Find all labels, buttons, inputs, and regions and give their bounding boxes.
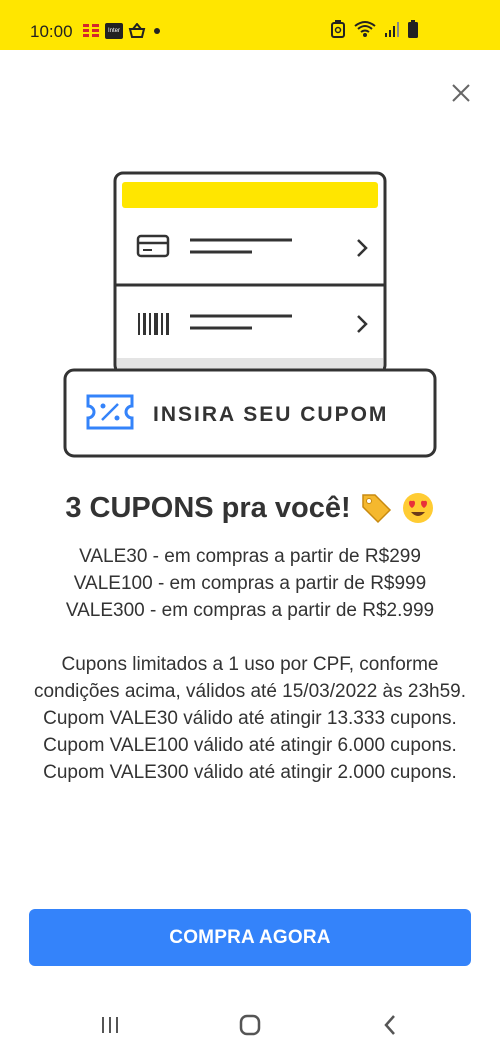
home-button[interactable] <box>235 1012 265 1038</box>
back-icon <box>384 1015 395 1035</box>
heart-eyes-emoji-icon <box>401 491 435 525</box>
coupon-terms: Cupons limitados a 1 uso por CPF, confor… <box>30 651 470 786</box>
coupon-line: VALE300 - em compras a partir de R$2.999 <box>65 600 435 621</box>
buy-now-button[interactable]: COMPRA AGORA <box>29 909 471 966</box>
page-title-text: 3 CUPONS pra você! <box>65 492 351 524</box>
illustration-yellow-header <box>122 182 378 208</box>
terms-validity: Cupons limitados a 1 uso por CPF, confor… <box>33 654 467 702</box>
price-tag-icon <box>359 491 393 525</box>
brand-app-icon <box>82 22 100 40</box>
coupon-line: VALE100 - em compras a partir de R$999 <box>73 573 427 594</box>
close-button[interactable] <box>446 78 476 108</box>
wifi-icon <box>354 20 376 43</box>
coupon-list: VALE30 - em compras a partir de R$299 VA… <box>20 543 480 624</box>
page-title: 3 CUPONS pra você! <box>0 488 500 528</box>
battery-icon <box>408 19 418 43</box>
status-bar: 10:00 Inter <box>0 0 500 50</box>
back-button[interactable] <box>375 1012 405 1038</box>
status-right-icons <box>330 19 418 43</box>
signal-icon <box>384 20 400 43</box>
recycle-icon <box>330 19 346 43</box>
close-icon <box>452 84 470 102</box>
coupon-input-label: INSIRA SEU CUPOM <box>153 403 388 426</box>
home-icon <box>239 1014 261 1036</box>
coupon-line: VALE30 - em compras a partir de R$299 <box>79 546 421 567</box>
terms-limits: Cupom VALE30 válido até atingir 13.333 c… <box>43 708 457 783</box>
recent-apps-icon <box>102 1017 118 1033</box>
system-nav-bar <box>0 996 500 1056</box>
coupon-illustration: INSIRA SEU CUPOM <box>60 170 440 460</box>
inter-app-icon: Inter <box>105 23 123 39</box>
basket-app-icon <box>128 22 146 40</box>
status-time: 10:00 <box>30 22 73 41</box>
notification-dot-icon <box>153 22 161 40</box>
recent-apps-button[interactable] <box>95 1012 125 1038</box>
buy-now-label: COMPRA AGORA <box>169 926 331 948</box>
